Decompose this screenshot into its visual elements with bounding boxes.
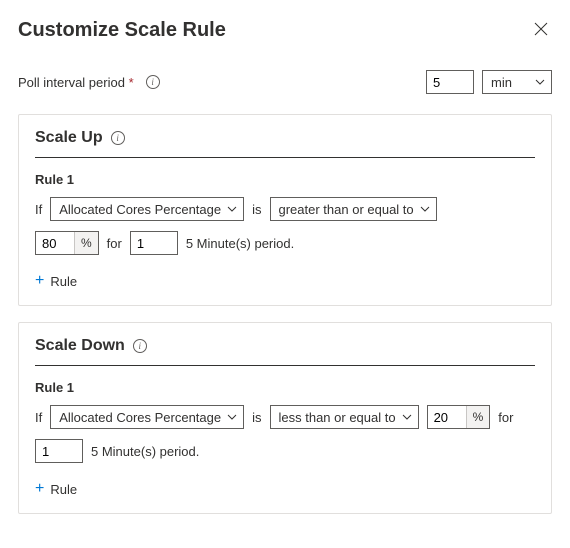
scale-up-threshold-input[interactable]: % [35, 231, 99, 255]
scale-up-duration-input[interactable] [130, 231, 178, 255]
scale-up-title: Scale Up [35, 129, 103, 147]
scale-down-metric-select[interactable]: Allocated Cores Percentage [50, 405, 244, 429]
if-text: If [35, 202, 42, 217]
info-icon[interactable]: i [133, 339, 147, 353]
close-icon [534, 23, 548, 39]
percent-suffix: % [466, 406, 490, 428]
scale-up-rule-label: Rule 1 [35, 172, 535, 187]
chevron-down-icon [227, 414, 237, 420]
chevron-down-icon [535, 79, 545, 85]
close-button[interactable] [530, 18, 552, 42]
for-text: for [107, 236, 122, 251]
plus-icon: + [35, 273, 44, 289]
add-rule-button[interactable]: + Rule [35, 477, 77, 501]
scale-down-operator-select[interactable]: less than or equal to [270, 405, 419, 429]
for-text: for [498, 410, 513, 425]
page-title: Customize Scale Rule [18, 19, 226, 42]
is-text: is [252, 410, 261, 425]
scale-up-metric-value: Allocated Cores Percentage [59, 202, 221, 217]
add-rule-button[interactable]: + Rule [35, 269, 77, 293]
percent-suffix: % [74, 232, 98, 254]
scale-up-metric-select[interactable]: Allocated Cores Percentage [50, 197, 244, 221]
scale-down-period-text: 5 Minute(s) period. [91, 444, 199, 459]
scale-up-threshold-field[interactable] [36, 232, 74, 254]
scale-up-operator-select[interactable]: greater than or equal to [270, 197, 437, 221]
scale-up-period-text: 5 Minute(s) period. [186, 236, 294, 251]
add-rule-label: Rule [50, 482, 77, 497]
poll-interval-input[interactable] [426, 70, 474, 94]
add-rule-label: Rule [50, 274, 77, 289]
poll-interval-unit-select[interactable]: min [482, 70, 552, 94]
chevron-down-icon [420, 206, 430, 212]
poll-interval-unit-value: min [491, 75, 512, 90]
scale-down-metric-value: Allocated Cores Percentage [59, 410, 221, 425]
info-icon[interactable]: i [111, 131, 125, 145]
scale-down-section: Scale Down i Rule 1 If Allocated Cores P… [18, 322, 552, 514]
scale-up-section: Scale Up i Rule 1 If Allocated Cores Per… [18, 114, 552, 306]
scale-down-threshold-input[interactable]: % [427, 405, 491, 429]
poll-interval-label: Poll interval period * [18, 75, 134, 90]
is-text: is [252, 202, 261, 217]
chevron-down-icon [402, 414, 412, 420]
scale-down-rule-label: Rule 1 [35, 380, 535, 395]
scale-down-title: Scale Down [35, 337, 125, 355]
plus-icon: + [35, 481, 44, 497]
if-text: If [35, 410, 42, 425]
required-marker: * [129, 75, 134, 90]
info-icon[interactable]: i [146, 75, 160, 89]
scale-down-duration-input[interactable] [35, 439, 83, 463]
scale-down-threshold-field[interactable] [428, 406, 466, 428]
chevron-down-icon [227, 206, 237, 212]
scale-up-operator-value: greater than or equal to [279, 202, 414, 217]
scale-down-operator-value: less than or equal to [279, 410, 396, 425]
